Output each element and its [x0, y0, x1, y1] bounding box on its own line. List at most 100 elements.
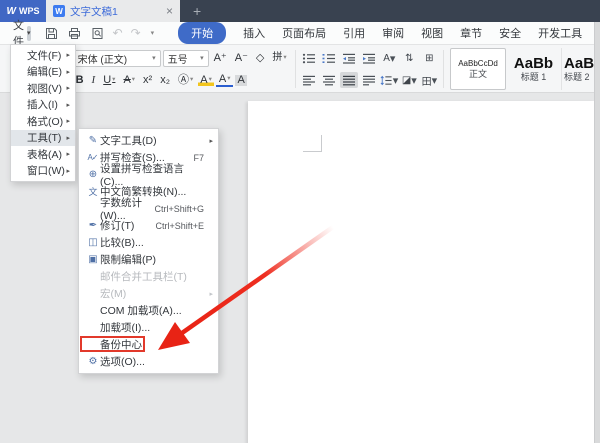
numbered-list-button[interactable]: [320, 50, 338, 66]
menu-item-table[interactable]: 表格(A) ▸: [11, 146, 75, 163]
menu-item-label: 邮件合并工具栏(T): [100, 271, 187, 283]
tab-page-layout[interactable]: 页面布局: [282, 25, 326, 41]
text-tool-item[interactable]: ✎ 文字工具(D) ▸: [79, 132, 218, 149]
menu-item-label: 工具(T): [27, 132, 62, 145]
print-preview-button[interactable]: [91, 27, 104, 40]
enclose-characters-button[interactable]: Ⓐ ▾: [175, 73, 196, 86]
new-tab-button[interactable]: +: [193, 3, 201, 19]
redo-icon[interactable]: ↷: [131, 26, 141, 40]
menu-item-format[interactable]: 格式(O) ▸: [11, 113, 75, 130]
print-preview-icon: [92, 27, 103, 39]
distribute-button[interactable]: [360, 72, 378, 88]
tab-section[interactable]: 章节: [460, 25, 482, 41]
vertical-scrollbar[interactable]: [594, 22, 600, 443]
spellcheck-language-icon: ⊕: [88, 169, 97, 180]
align-center-button[interactable]: [320, 72, 338, 88]
clear-format-icon[interactable]: ◇: [253, 52, 267, 64]
menubar: 文件 ▾ ↶ ↷ ▾ 开始 插入 页面布局 引用 审阅 视图 章节 安全 开发工…: [0, 20, 600, 48]
backup-center-item[interactable]: 备份中心: [79, 336, 218, 353]
com-addins-item[interactable]: COM 加载项(A)...: [79, 302, 218, 319]
chevron-down-icon: ▾: [131, 75, 136, 83]
style-name: 标题 2: [564, 72, 590, 82]
submenu-arrow-icon: ▸: [66, 134, 70, 142]
increase-font-button[interactable]: A⁺: [211, 52, 230, 64]
menu-item-label: 编辑(E): [27, 66, 62, 79]
addins-item[interactable]: 加载项(I)...: [79, 319, 218, 336]
style-name: 标题 1: [520, 72, 547, 82]
font-color-button[interactable]: A ▾: [215, 72, 234, 87]
font-name-combo[interactable]: 宋体 (正文) ▾: [72, 49, 161, 67]
tab-dev-tools[interactable]: 开发工具: [538, 25, 582, 41]
document-tab[interactable]: W 文字文稿1 ×: [46, 0, 180, 22]
restrict-editing-item[interactable]: ▣ 限制编辑(P): [79, 251, 218, 268]
print-button[interactable]: [68, 27, 81, 40]
font-size-combo[interactable]: 五号 ▾: [162, 49, 209, 67]
menu-item-window[interactable]: 窗口(W) ▸: [11, 163, 75, 180]
menu-item-label: 修订(T): [100, 220, 135, 232]
spell-check-icon: A✓: [87, 153, 98, 162]
track-changes-item[interactable]: ✒ 修订(T) Ctrl+Shift+E: [79, 217, 218, 234]
line-spacing-button[interactable]: ▾: [380, 72, 398, 88]
wps-window: W WPS W 文字文稿1 × + 文件 ▾ ↶ ↷ ▾ 开始 插入 页面布局 …: [0, 0, 600, 443]
underline-button[interactable]: U ▾: [100, 74, 118, 86]
set-spellcheck-language-item[interactable]: ⊕ 设置拼写检查语言(C)...: [79, 163, 218, 188]
tab-view[interactable]: 视图: [421, 25, 443, 41]
subscript-button[interactable]: x₂: [157, 74, 173, 86]
menu-item-file[interactable]: 文件(F) ▸: [11, 47, 75, 64]
text-tool-icon: ✎: [88, 135, 97, 146]
menu-item-view[interactable]: 视图(V) ▸: [11, 80, 75, 97]
decrease-font-button[interactable]: A⁻: [232, 52, 251, 64]
tab-home[interactable]: 开始: [178, 22, 227, 44]
style-heading1[interactable]: AaBb 标题 1: [506, 48, 563, 90]
sort-button[interactable]: ⇅: [400, 50, 418, 66]
menu-item-label: 宏(M): [100, 288, 127, 300]
chevron-down-icon: ▾: [112, 75, 116, 83]
align-left-icon: [303, 75, 316, 85]
options-item[interactable]: ⚙ 选项(O)...: [79, 353, 218, 370]
decrease-indent-icon: [343, 53, 356, 64]
borders-button[interactable]: 田 ▾: [420, 72, 438, 88]
undo-icon[interactable]: ↶: [113, 26, 123, 40]
text-direction-button[interactable]: A ▾: [380, 50, 398, 66]
page-setup-button[interactable]: ⊞: [420, 50, 438, 66]
tab-close-icon[interactable]: ×: [166, 5, 173, 17]
justify-button[interactable]: [340, 72, 359, 88]
font-name-value: 宋体 (正文): [77, 54, 128, 66]
style-sample: AaBb: [513, 55, 554, 72]
file-menu-chevron[interactable]: ▾: [27, 25, 31, 41]
ribbon-separator: [443, 50, 445, 88]
chevron-down-icon: ▾: [27, 30, 31, 37]
decrease-indent-button[interactable]: [340, 50, 358, 66]
strikethrough-button[interactable]: A ▾: [120, 74, 138, 86]
menu-item-insert[interactable]: 插入(I) ▸: [11, 97, 75, 114]
menu-item-label: 加载项(I)...: [100, 322, 151, 334]
pinyin-guide-button[interactable]: 拼 ▾: [269, 53, 289, 63]
superscript-button[interactable]: x²: [140, 74, 155, 86]
tab-insert[interactable]: 插入: [243, 25, 265, 41]
restrict-editing-icon: ▣: [88, 254, 97, 265]
enclose-characters-icon: Ⓐ: [178, 73, 189, 86]
text-highlight-button[interactable]: A ▾: [198, 74, 214, 86]
increase-indent-button[interactable]: [360, 50, 378, 66]
menu-item-edit[interactable]: 编辑(E) ▸: [11, 64, 75, 81]
word-count-item[interactable]: 字数统计(W)... Ctrl+Shift+G: [79, 197, 218, 222]
shading-button[interactable]: ◪ ▾: [400, 72, 418, 88]
tab-references[interactable]: 引用: [343, 25, 365, 41]
tab-review[interactable]: 审阅: [382, 25, 404, 41]
menu-item-label: 插入(I): [27, 99, 58, 112]
bullet-list-button[interactable]: [300, 50, 318, 66]
style-normal[interactable]: AaBbCcDd 正文: [450, 48, 507, 90]
justify-icon: [343, 75, 356, 85]
tab-security[interactable]: 安全: [499, 25, 521, 41]
font-color-icon: A: [218, 72, 227, 85]
align-left-button[interactable]: [300, 72, 318, 88]
save-button[interactable]: [45, 27, 58, 40]
margin-corner-mark: [303, 135, 322, 152]
doc-file-icon: W: [53, 5, 65, 17]
document-page[interactable]: [248, 101, 594, 443]
italic-button[interactable]: I: [89, 74, 99, 86]
character-shading-button[interactable]: A: [235, 74, 247, 86]
quick-access-customize-icon[interactable]: ▾: [151, 29, 155, 37]
menu-item-tools[interactable]: 工具(T) ▸: [11, 129, 75, 146]
compare-item[interactable]: ◫ 比较(B)...: [79, 234, 218, 251]
